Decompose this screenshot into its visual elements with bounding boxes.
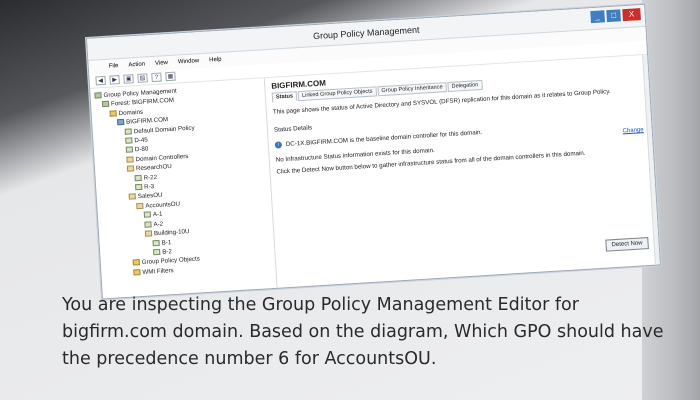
gpm-window: Group Policy Management _ □ X File Actio… xyxy=(86,3,661,300)
tree-node-label: A-1 xyxy=(152,210,163,219)
window-title: Group Policy Management xyxy=(312,24,420,41)
forest-icon xyxy=(101,101,110,108)
gpo-icon xyxy=(144,221,152,228)
console-tree: Group Policy Management Forest: BIGFIRM.C… xyxy=(90,78,278,299)
details-pane: BIGFIRM.COM Status Linked Group Policy O… xyxy=(265,54,660,288)
help-icon[interactable]: ? xyxy=(151,72,162,83)
tab-status[interactable]: Status xyxy=(271,91,298,103)
question-text: You are inspecting the Group Policy Mana… xyxy=(62,295,664,369)
folder-icon xyxy=(132,259,140,266)
ou-icon xyxy=(144,230,153,237)
tree-node-label: D-45 xyxy=(134,136,148,145)
gpo-icon xyxy=(125,146,134,154)
tree-node-label: D-80 xyxy=(134,145,149,154)
ou-icon xyxy=(136,202,144,210)
gpm-icon xyxy=(94,92,102,99)
gpo-icon xyxy=(135,183,143,191)
detect-now-button[interactable]: Detect Now xyxy=(605,237,649,252)
tree-node-label: SalesOU xyxy=(137,192,163,201)
minimize-button[interactable]: _ xyxy=(590,10,606,24)
window-controls: _ □ X xyxy=(590,8,641,24)
menu-file[interactable]: File xyxy=(109,63,119,70)
ou-icon xyxy=(126,156,134,163)
tree-node-label: WMI Filters xyxy=(142,266,174,276)
console-tree-icon[interactable]: ▣ xyxy=(123,74,134,84)
tree-node-label: Building-10U xyxy=(153,228,190,238)
tree-node-label: Domains xyxy=(118,108,144,117)
gpo-icon xyxy=(125,137,133,144)
folder-icon xyxy=(133,268,141,276)
change-link[interactable]: Change xyxy=(622,127,643,134)
tree-node-label: B-1 xyxy=(161,238,172,247)
tab-inheritance[interactable]: Group Policy Inheritance xyxy=(377,82,447,97)
menu-help[interactable]: Help xyxy=(209,57,222,64)
gpo-icon xyxy=(143,211,152,219)
back-icon[interactable]: ◀ xyxy=(95,75,106,86)
ou-icon xyxy=(128,193,136,201)
ou-icon xyxy=(126,165,135,172)
tab-linked-gpos[interactable]: Linked Group Policy Objects xyxy=(297,86,377,102)
tree-node-label: A-2 xyxy=(153,220,164,228)
forward-icon[interactable]: ▶ xyxy=(109,75,120,85)
tree-node-label: R-3 xyxy=(144,183,155,191)
menu-action[interactable]: Action xyxy=(128,61,145,68)
properties-icon[interactable]: ▤ xyxy=(137,73,148,83)
gpo-icon xyxy=(153,248,161,256)
tab-delegation[interactable]: Delegation xyxy=(447,79,483,93)
tree-node-label: AccountsOU xyxy=(145,200,181,210)
maximize-button[interactable]: □ xyxy=(606,9,621,23)
info-icon: i xyxy=(274,141,283,149)
domain-icon xyxy=(117,119,125,126)
gpo-icon xyxy=(124,128,132,135)
tree-node-label: ResearchOU xyxy=(135,163,172,173)
main-panes: Group Policy Management Forest: BIGFIRM.C… xyxy=(90,54,660,299)
close-button[interactable]: X xyxy=(622,8,641,22)
gpo-icon xyxy=(152,239,160,246)
folder-icon xyxy=(109,110,117,117)
view-icon[interactable]: ▦ xyxy=(165,71,176,82)
tree-node-label: R-22 xyxy=(143,173,158,182)
menu-window[interactable]: Window xyxy=(178,58,200,65)
tree-node-label: B-2 xyxy=(162,248,173,256)
menu-view[interactable]: View xyxy=(155,60,168,67)
gpo-icon xyxy=(134,174,142,181)
